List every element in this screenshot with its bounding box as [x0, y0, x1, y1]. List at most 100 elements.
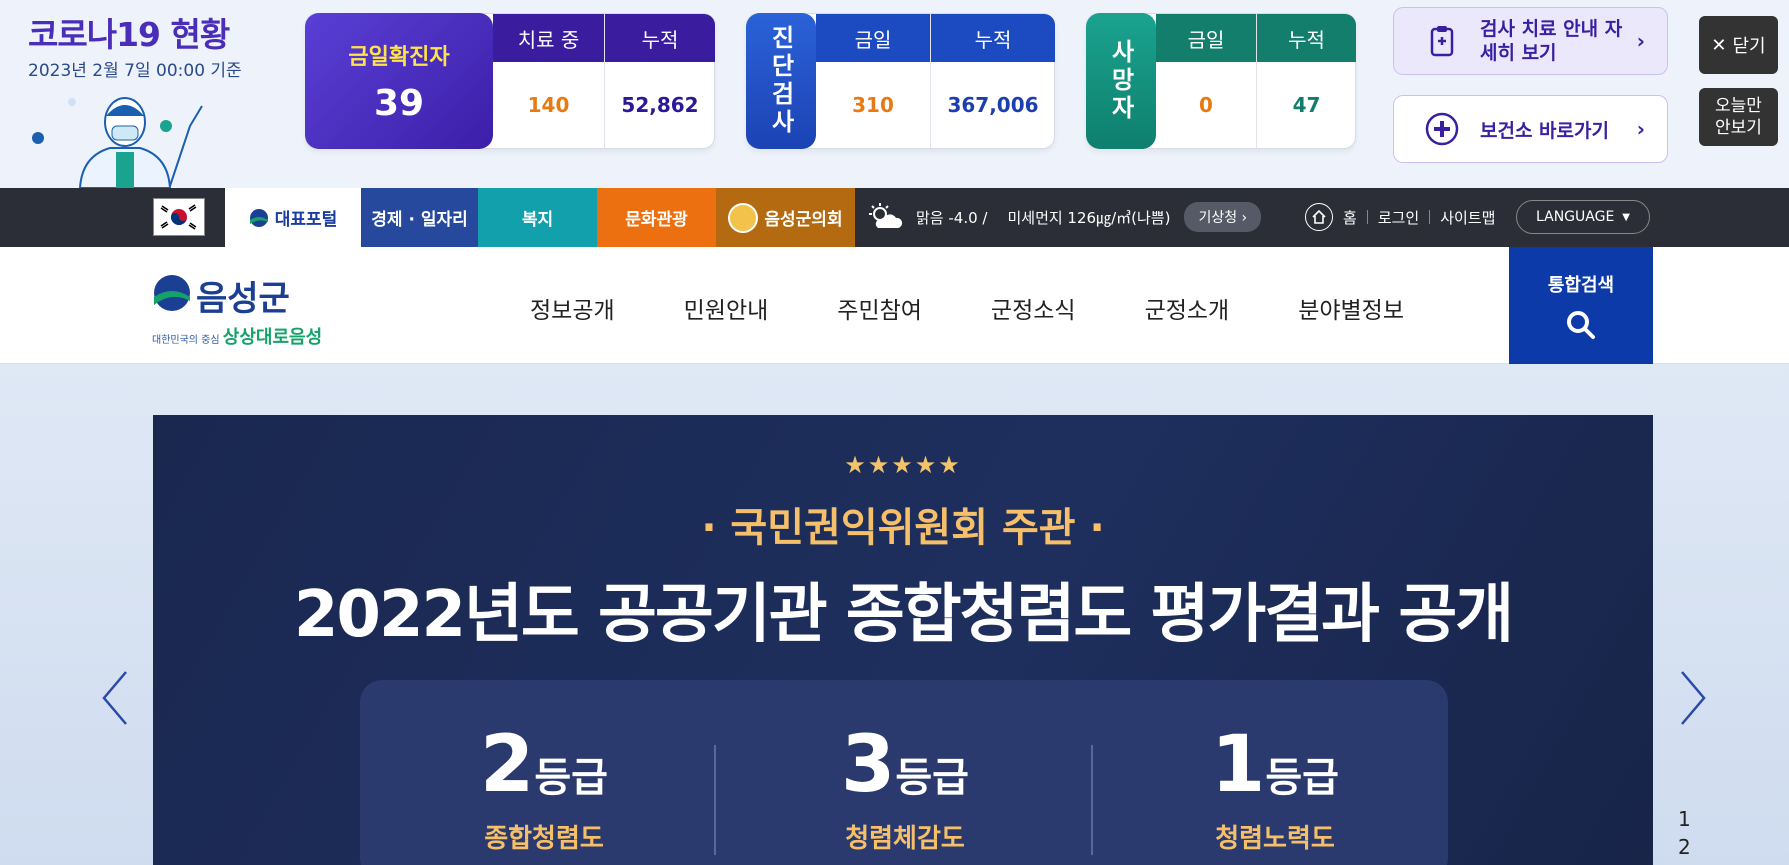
confirmed-treating-value: 140	[527, 93, 570, 117]
hide-today-label: 오늘만 안보기	[1715, 96, 1762, 138]
grade-panel: 2등급 종합청렴도 3등급 청렴체감도 1등급 청렴노력도	[360, 680, 1448, 865]
home-icon[interactable]	[1305, 203, 1333, 231]
tests-total-header: 누적	[931, 14, 1055, 62]
plus-circle-icon	[1425, 112, 1459, 146]
search-label: 통합검색	[1547, 274, 1615, 296]
health-center-button[interactable]: 보건소 바로가기 ›	[1393, 95, 1668, 163]
tests-today-column: 금일 310	[816, 14, 930, 148]
close-icon: ✕	[1711, 34, 1727, 56]
deaths-total-value: 47	[1292, 93, 1321, 117]
confirmed-label: 금일확진자	[348, 44, 450, 70]
stars-decoration: ★★★★★	[844, 451, 962, 479]
test-guide-button[interactable]: 검사 치료 안내 자세히 보기 ›	[1393, 7, 1668, 75]
hero-subtitle: · 국민권익위원회 주관 ·	[701, 505, 1105, 551]
covid-date: 2023년 2월 7일 00:00 기준	[28, 61, 242, 81]
caret-down-icon: ▼	[1622, 211, 1630, 223]
dust-text: 미세먼지 126㎍/㎥(나쁨)	[1007, 208, 1171, 227]
language-label: LANGUAGE	[1536, 209, 1615, 225]
main-menu: 정보공개 민원안내 주민참여 군정소식 군정소개 분야별정보	[530, 291, 1473, 325]
chevron-right-icon: ›	[1636, 117, 1645, 141]
weather-widget: 맑음 -4.0 / 미세먼지 126㎍/㎥(나쁨) 기상청 ›	[866, 200, 1262, 234]
carousel-prev-icon[interactable]	[98, 668, 132, 728]
confirmed-treating-column: 치료 중 140	[493, 14, 604, 148]
hero-carousel: ★★★★★ · 국민권익위원회 주관 · 2022년도 공공기관 종합청렴도 평…	[0, 364, 1789, 865]
portal-logo-icon	[249, 208, 268, 227]
weather-agency-link[interactable]: 기상청 ›	[1184, 202, 1262, 232]
pager-item[interactable]: 2	[1678, 833, 1691, 861]
search-icon	[1567, 310, 1595, 339]
grade-effort-unit: 등급	[1265, 755, 1339, 801]
menu-info-disclosure[interactable]: 정보공개	[530, 291, 615, 325]
grade-overall-number: 2	[480, 720, 535, 810]
tab-welfare[interactable]: 복지	[478, 188, 597, 247]
grade-overall: 2등급 종합청렴도	[364, 720, 724, 855]
deaths-today-column: 금일 0	[1156, 14, 1256, 148]
deaths-today-value: 0	[1199, 93, 1213, 117]
menu-news[interactable]: 군정소식	[991, 291, 1076, 325]
doctor-illustration-icon	[32, 97, 203, 188]
tests-total-value: 367,006	[947, 93, 1039, 117]
chevron-right-icon: ›	[1636, 29, 1645, 53]
menu-about[interactable]: 군정소개	[1145, 291, 1230, 325]
tests-today-value: 310	[852, 93, 894, 117]
grade-perception: 3등급 청렴체감도	[725, 720, 1085, 855]
home-link[interactable]: 홈	[1343, 207, 1357, 228]
tests-total-column: 누적 367,006	[930, 14, 1055, 148]
login-link[interactable]: 로그인	[1378, 207, 1419, 228]
menu-fields[interactable]: 분야별정보	[1298, 291, 1404, 325]
logo-slogan: 대한민국의 중심 상상대로음성	[152, 327, 323, 348]
tests-today-header: 금일	[816, 14, 930, 62]
divider	[1091, 745, 1093, 855]
hide-today-button[interactable]: 오늘만 안보기	[1699, 88, 1778, 146]
pager-item[interactable]: 1	[1678, 805, 1691, 833]
confirmed-today: 금일확진자 39	[305, 13, 493, 149]
hero-slide[interactable]: ★★★★★ · 국민권익위원회 주관 · 2022년도 공공기관 종합청렴도 평…	[153, 415, 1653, 865]
grade-perception-label: 청렴체감도	[845, 824, 965, 854]
confirmed-value: 39	[373, 82, 425, 124]
carousel-pager: 1 2	[1678, 805, 1691, 861]
close-banner-button[interactable]: ✕ 닫기	[1699, 16, 1778, 74]
deaths-total-column: 누적 47	[1256, 14, 1356, 148]
health-center-label: 보건소 바로가기	[1480, 119, 1609, 142]
sitemap-link[interactable]: 사이트맵	[1440, 207, 1495, 228]
carousel-next-icon[interactable]	[1676, 668, 1710, 728]
deaths-card: 사망자 금일 0 누적 47	[1086, 13, 1356, 149]
confirmed-total-header: 누적	[605, 14, 715, 62]
site-logo[interactable]: 음성군 대한민국의 중심 상상대로음성	[152, 271, 322, 351]
grade-effort-label: 청렴노력도	[1215, 824, 1335, 854]
tab-council[interactable]: 음성군의회	[716, 188, 855, 247]
hero-headline: 2022년도 공공기관 종합청렴도 평가결과 공개	[293, 578, 1514, 652]
tab-portal[interactable]: 대표포털	[225, 188, 361, 247]
tab-culture[interactable]: 문화관광	[597, 188, 716, 247]
divider	[714, 745, 716, 855]
covid-title: 코로나19 현황	[28, 15, 230, 54]
integrated-search-button[interactable]: 통합검색	[1509, 247, 1653, 364]
menu-participation[interactable]: 주민참여	[837, 291, 922, 325]
close-label: 닫기	[1732, 36, 1766, 57]
tab-council-label: 음성군의회	[764, 210, 843, 230]
deaths-label: 사망자	[1086, 13, 1156, 149]
menu-civil-service[interactable]: 민원안내	[684, 291, 769, 325]
tests-card: 진단검사 금일 310 누적 367,006	[746, 13, 1055, 149]
clipboard-icon	[1430, 26, 1454, 57]
grade-overall-label: 종합청렴도	[484, 824, 604, 854]
logo-name: 음성군	[196, 279, 290, 319]
deaths-today-header: 금일	[1156, 14, 1256, 62]
sun-cloud-icon	[869, 203, 903, 228]
grade-perception-number: 3	[841, 720, 896, 810]
main-nav: 음성군 대한민국의 중심 상상대로음성 정보공개 민원안내 주민참여 군정소식 …	[0, 247, 1789, 364]
grade-effort-number: 1	[1211, 720, 1266, 810]
confirmed-card: 금일확진자 39 치료 중 140 누적 52,862	[305, 13, 715, 149]
grade-effort: 1등급 청렴노력도	[1095, 720, 1455, 855]
confirmed-total-value: 52,862	[621, 93, 699, 117]
council-emblem-icon	[728, 202, 759, 233]
tab-portal-label: 대표포털	[274, 210, 338, 230]
confirmed-treating-header: 치료 중	[493, 14, 604, 62]
language-select[interactable]: LANGUAGE ▼	[1516, 200, 1650, 234]
top-bar: 대표포털 경제 · 일자리 복지 문화관광 음성군의회 맑음 -4.0 / 미세…	[0, 188, 1789, 247]
deaths-total-header: 누적	[1257, 14, 1356, 62]
confirmed-total-column: 누적 52,862	[604, 14, 715, 148]
utility-links: 홈 로그인 사이트맵	[1305, 200, 1495, 234]
tab-economy[interactable]: 경제 · 일자리	[361, 188, 478, 247]
grade-overall-unit: 등급	[534, 755, 608, 801]
